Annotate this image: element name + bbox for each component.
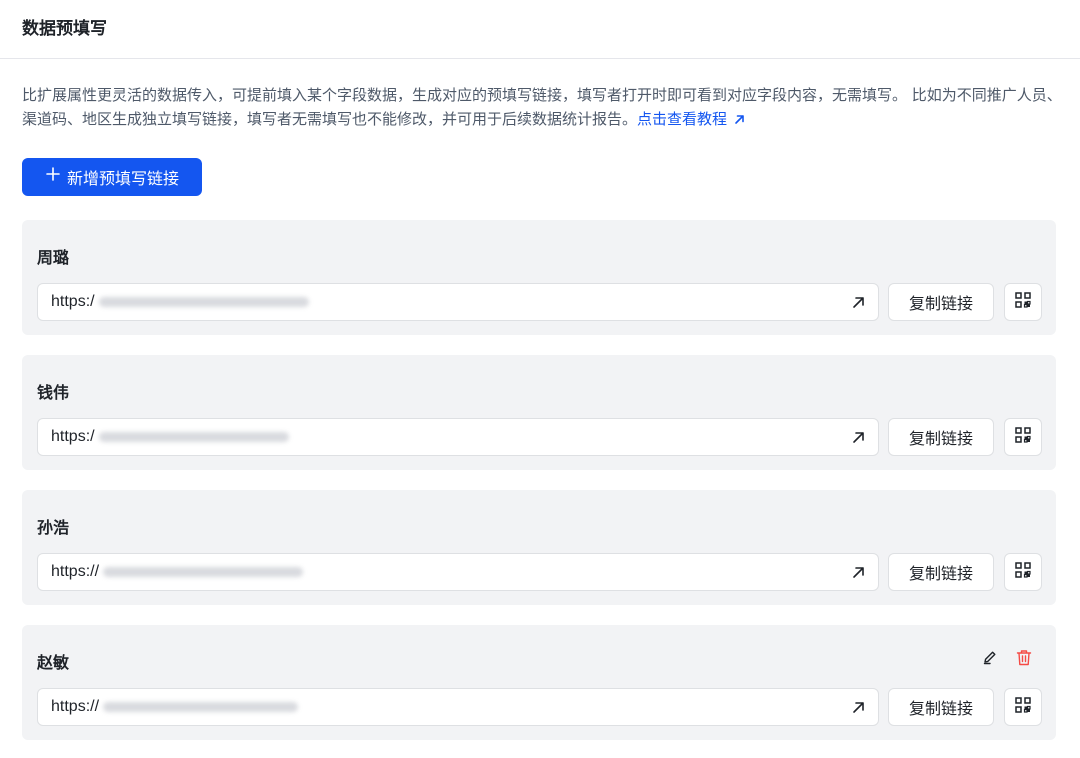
url-field[interactable]: https://: [37, 553, 879, 591]
url-field[interactable]: https:/: [37, 418, 879, 456]
page-title: 数据预填写: [22, 18, 107, 39]
plus-icon: [45, 165, 61, 187]
prefill-link-card: 赵敏 https:// 复制链接: [22, 625, 1056, 740]
external-arrow-icon: [733, 109, 746, 133]
copy-link-button[interactable]: 复制链接: [888, 418, 994, 456]
copy-link-button[interactable]: 复制链接: [888, 283, 994, 321]
link-row: https:/ 复制链接: [37, 283, 1042, 321]
edit-icon[interactable]: [982, 649, 998, 670]
qrcode-button[interactable]: [1004, 418, 1042, 456]
url-text: https://: [51, 698, 100, 715]
delete-icon[interactable]: [1016, 649, 1032, 670]
card-name: 周璐: [37, 248, 70, 267]
url-field[interactable]: https://: [37, 688, 879, 726]
open-link-icon[interactable]: [850, 429, 866, 445]
prefill-link-card: 孙浩 https:// 复制链接: [22, 490, 1056, 605]
url-text: https:/: [51, 428, 95, 445]
copy-link-button[interactable]: 复制链接: [888, 688, 994, 726]
blurred-url: [98, 432, 289, 442]
open-link-icon[interactable]: [850, 294, 866, 310]
qrcode-icon: [1015, 427, 1031, 447]
qrcode-icon: [1015, 562, 1031, 582]
qrcode-icon: [1015, 697, 1031, 717]
description: 比扩展属性更灵活的数据传入，可提前填入某个字段数据，生成对应的预填写链接，填写者…: [22, 83, 1062, 133]
card-name: 钱伟: [37, 383, 70, 402]
tutorial-link[interactable]: 点击查看教程: [637, 110, 746, 128]
qrcode-button[interactable]: [1004, 688, 1042, 726]
tutorial-link-label: 点击查看教程: [637, 110, 728, 128]
url-field[interactable]: https:/: [37, 283, 879, 321]
qrcode-button[interactable]: [1004, 553, 1042, 591]
main-content: 比扩展属性更灵活的数据传入，可提前填入某个字段数据，生成对应的预填写链接，填写者…: [0, 83, 1080, 740]
page-header: 数据预填写: [0, 0, 1080, 59]
add-button-label: 新增预填写链接: [66, 169, 179, 188]
open-link-icon[interactable]: [850, 699, 866, 715]
link-row: https:/ 复制链接: [37, 418, 1042, 456]
description-text: 比扩展属性更灵活的数据传入，可提前填入某个字段数据，生成对应的预填写链接，填写者…: [22, 86, 1062, 128]
copy-link-button[interactable]: 复制链接: [888, 553, 994, 591]
blurred-url: [98, 297, 309, 307]
add-prefill-link-button[interactable]: 新增预填写链接: [22, 158, 202, 196]
link-row: https:// 复制链接: [37, 688, 1042, 726]
qrcode-button[interactable]: [1004, 283, 1042, 321]
prefill-link-card: 周璐 https:/ 复制链接: [22, 220, 1056, 335]
card-name: 赵敏: [37, 653, 70, 672]
qrcode-icon: [1015, 292, 1031, 312]
open-link-icon[interactable]: [850, 564, 866, 580]
link-row: https:// 复制链接: [37, 553, 1042, 591]
card-name: 孙浩: [37, 518, 70, 537]
url-text: https:/: [51, 293, 95, 310]
prefill-link-card: 钱伟 https:/ 复制链接: [22, 355, 1056, 470]
url-text: https://: [51, 563, 100, 580]
blurred-url: [103, 567, 304, 577]
card-actions: [982, 649, 1032, 670]
prefill-link-list: 周璐 https:/ 复制链接 钱伟 https:/ 复制链接 孙浩 https…: [22, 220, 1058, 740]
blurred-url: [103, 702, 299, 712]
